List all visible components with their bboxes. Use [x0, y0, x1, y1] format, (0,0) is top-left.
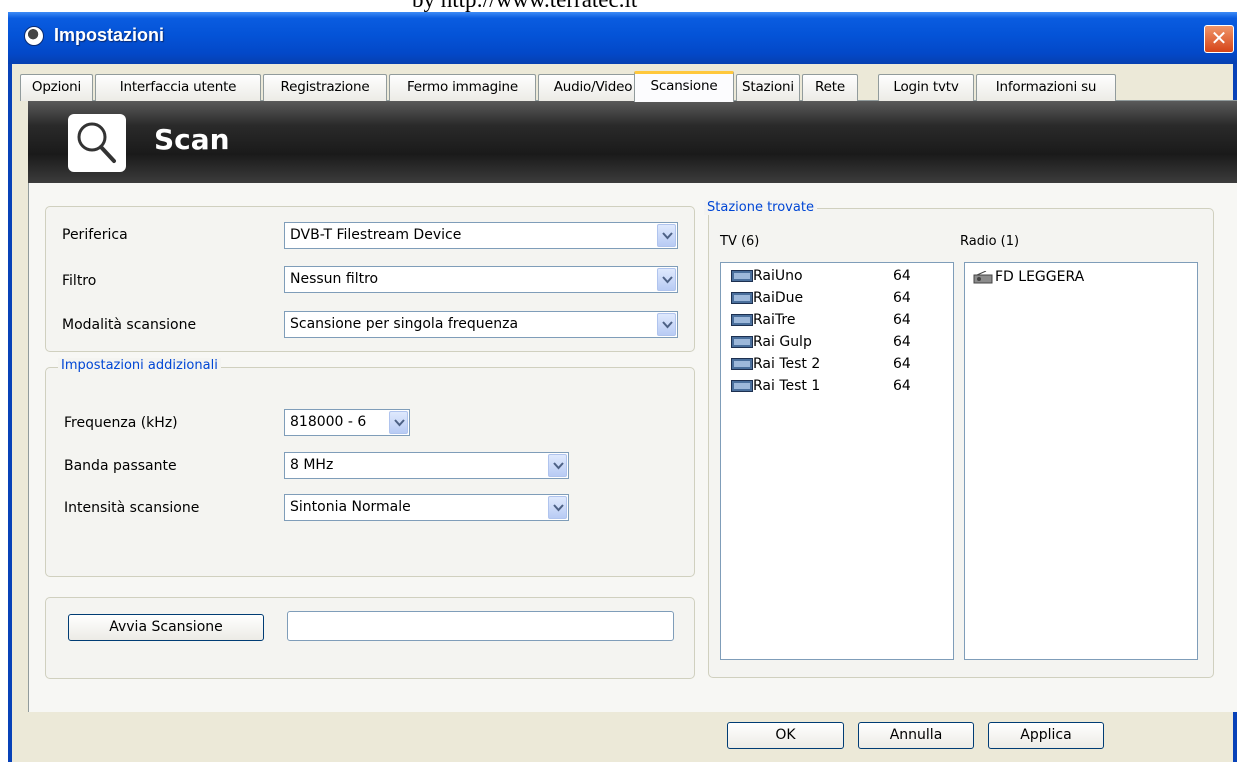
cancel-button[interactable]: Annulla	[858, 722, 974, 749]
tv-icon	[731, 336, 753, 348]
filtro-value: Nessun filtro	[290, 271, 379, 287]
tab-informazioni-su[interactable]: Informazioni su	[976, 74, 1116, 101]
periferica-label: Periferica	[62, 227, 128, 243]
tab-interfaccia-utente[interactable]: Interfaccia utente	[95, 74, 261, 101]
chevron-down-icon[interactable]	[548, 454, 567, 477]
banda-select[interactable]: 8 MHz	[284, 452, 569, 479]
list-item[interactable]: RaiUno 64	[731, 267, 941, 285]
modalita-select[interactable]: Scansione per singola frequenza	[284, 311, 678, 338]
tab-scansione[interactable]: Scansione	[634, 71, 734, 102]
tab-fermo-immagine[interactable]: Fermo immagine	[389, 74, 536, 101]
periferica-select[interactable]: DVB-T Filestream Device	[284, 222, 678, 249]
banda-label: Banda passante	[64, 458, 177, 474]
radio-station-list[interactable]: FD LEGGERA	[964, 262, 1198, 660]
ok-button[interactable]: OK	[727, 722, 844, 749]
intensita-select[interactable]: Sintonia Normale	[284, 494, 569, 521]
list-item[interactable]: Rai Test 2 64	[731, 355, 941, 373]
frequenza-value: 818000 - 6	[290, 414, 367, 430]
filtro-label: Filtro	[62, 273, 97, 289]
banda-value: 8 MHz	[290, 457, 334, 473]
window-title: Impostazioni	[54, 25, 165, 45]
tab-rete[interactable]: Rete	[802, 74, 858, 101]
tab-audio-video[interactable]: Audio/Video	[538, 74, 648, 101]
scan-banner: Scan	[28, 101, 1237, 183]
radio-header: Radio (1)	[960, 234, 1020, 249]
intensita-label: Intensità scansione	[64, 500, 200, 516]
banner-title: Scan	[154, 123, 230, 156]
scan-progress-field[interactable]	[287, 611, 674, 641]
chevron-down-icon[interactable]	[657, 313, 676, 336]
list-item[interactable]: RaiDue 64	[731, 289, 941, 307]
frequenza-select[interactable]: 818000 - 6	[284, 409, 410, 436]
chevron-down-icon[interactable]	[657, 224, 676, 247]
intensita-value: Sintonia Normale	[290, 499, 411, 515]
app-icon	[24, 26, 44, 46]
chevron-down-icon[interactable]	[548, 496, 567, 519]
tab-registrazione[interactable]: Registrazione	[263, 74, 387, 101]
list-item[interactable]: Rai Test 1 64	[731, 377, 941, 395]
frequenza-label: Frequenza (kHz)	[64, 415, 178, 431]
radio-icon	[973, 270, 993, 284]
tv-icon	[731, 314, 753, 326]
start-scan-button[interactable]: Avvia Scansione	[68, 614, 264, 641]
list-item[interactable]: FD LEGGERA	[973, 268, 1183, 286]
list-item[interactable]: Rai Gulp 64	[731, 333, 941, 351]
chevron-down-icon[interactable]	[657, 268, 676, 291]
modalita-label: Modalità scansione	[62, 317, 197, 333]
apply-button[interactable]: Applica	[988, 722, 1104, 749]
magnifier-icon	[68, 114, 126, 172]
tab-stazioni[interactable]: Stazioni	[736, 74, 800, 101]
tv-icon	[731, 292, 753, 304]
periferica-value: DVB-T Filestream Device	[290, 227, 462, 243]
title-bar[interactable]: Impostazioni ✕	[8, 12, 1237, 64]
tab-opzioni[interactable]: Opzioni	[20, 74, 93, 101]
tv-icon	[731, 380, 753, 392]
modalita-value: Scansione per singola frequenza	[290, 316, 519, 332]
tv-station-list[interactable]: RaiUno 64 RaiDue 64 RaiTre 64 Rai Gulp 6…	[720, 262, 954, 660]
close-button[interactable]: ✕	[1204, 25, 1234, 53]
tab-login-tvtv[interactable]: Login tvtv	[878, 74, 974, 101]
chevron-down-icon[interactable]	[389, 411, 408, 434]
list-item[interactable]: RaiTre 64	[731, 311, 941, 329]
stations-legend: Stazione trovate	[704, 200, 817, 215]
tv-icon	[731, 270, 753, 282]
tv-icon	[731, 358, 753, 370]
filtro-select[interactable]: Nessun filtro	[284, 266, 678, 293]
tv-header: TV (6)	[720, 234, 760, 249]
additional-settings-legend: Impostazioni addizionali	[58, 358, 221, 373]
